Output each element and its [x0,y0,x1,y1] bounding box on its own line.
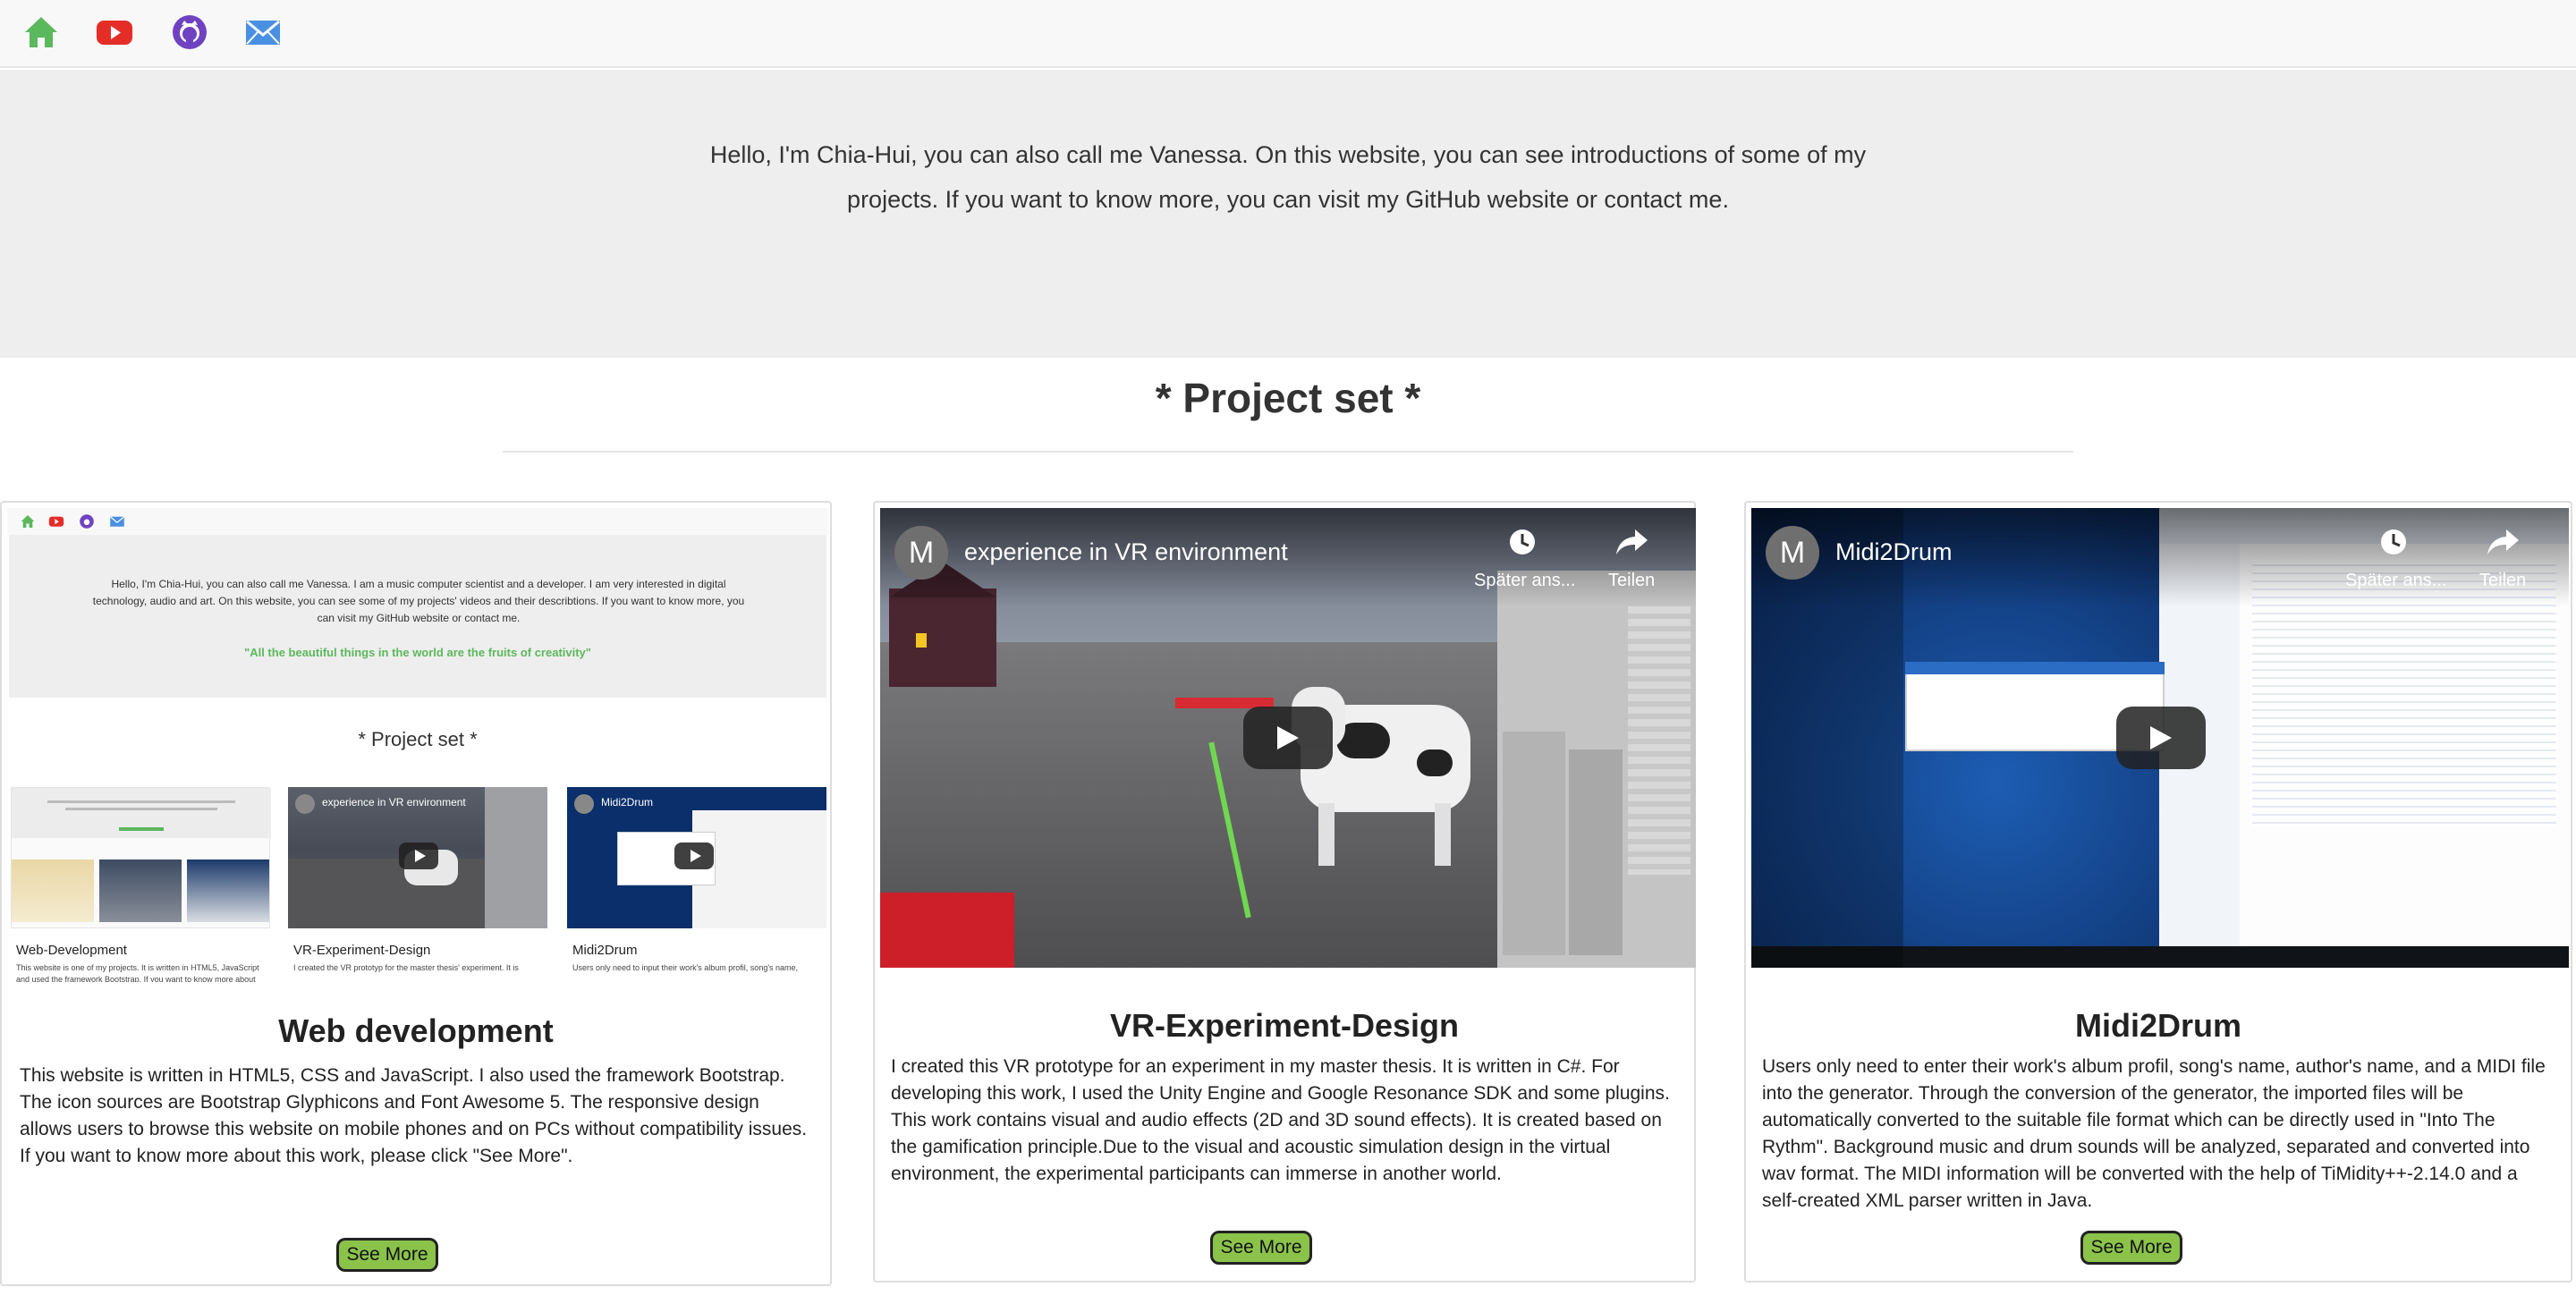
mini-video-title: Midi2Drum [601,796,654,809]
section-divider [503,451,2073,453]
mini-quote: "All the beautiful things in the world a… [244,646,591,659]
mini-card-title: Midi2Drum [572,943,638,958]
channel-avatar[interactable]: M [1766,526,1819,580]
mini-card-text: I created the VR prototyp for the master… [293,963,519,972]
channel-avatar[interactable]: M [894,526,948,580]
youtube-icon[interactable] [95,13,134,52]
play-button[interactable] [1243,707,1333,769]
watch-later-label: Später ans... [2345,571,2447,590]
watch-later-label: Später ans... [1474,571,1576,590]
card-description: Users only need to enter their work's al… [1762,1056,2546,1211]
mini-navbar [7,508,828,535]
mini-card-image [11,787,271,928]
share-label: Teilen [1608,571,1656,590]
mail-icon[interactable] [243,13,283,52]
see-more-button[interactable]: See More [336,1238,438,1272]
video-title[interactable]: experience in VR environment [964,538,1288,566]
project-card-web-development: Hello, I'm Chia-Hui, you can also call m… [0,501,832,1286]
mini-page: Hello, I'm Chia-Hui, you can also call m… [7,508,828,982]
project-card-midi2drum: M Midi2Drum Später ans... Teilen Midi2Dr… [1744,501,2572,1283]
mini-card-title: VR-Experiment-Design [293,943,431,958]
play-button[interactable] [2116,707,2206,769]
mini-video-title: experience in VR environment [322,796,466,809]
share-icon[interactable] [2485,526,2521,558]
mini-projects-heading: * Project set * [358,728,478,750]
see-more-button[interactable]: See More [2080,1231,2182,1265]
card-title: VR-Experiment-Design [1109,1007,1460,1044]
clock-icon[interactable] [1506,526,1538,558]
clock-icon[interactable] [2377,526,2410,558]
share-icon[interactable] [1614,526,1649,558]
card-title: Web development [278,1012,554,1049]
mini-card-text: Users only need to input their work's al… [572,963,799,972]
github-icon[interactable] [170,13,209,52]
github-icon [80,514,94,529]
video-frame: M experience in VR environment Später an… [880,508,1696,968]
intro-text: Hello, I'm Chia-Hui, you can also call m… [709,141,1867,213]
mini-video-midi2drum: Midi2Drum [567,787,826,928]
mini-card-text: This website is one of my projects. It i… [16,963,259,982]
card-description: I created this VR prototype for an exper… [891,1056,1670,1184]
mini-video-vr: experience in VR environment [288,787,547,928]
video-player-vr[interactable]: M experience in VR environment Später an… [880,508,1696,968]
web-development-screenshot[interactable]: Hello, I'm Chia-Hui, you can also call m… [7,508,828,982]
video-frame: M Midi2Drum Später ans... Teilen [1751,508,2569,968]
mini-card-title: Web-Development [16,943,127,958]
youtube-icon [48,516,64,527]
video-player-midi2drum[interactable]: M Midi2Drum Später ans... Teilen [1751,508,2569,968]
card-title: Midi2Drum [2074,1007,2241,1044]
home-icon[interactable] [21,13,61,52]
video-title[interactable]: Midi2Drum [1835,538,1953,566]
share-label: Teilen [2479,571,2527,590]
see-more-button[interactable]: See More [1210,1231,1312,1265]
home-icon [21,515,35,528]
project-card-vr-experiment: M experience in VR environment Später an… [873,501,1696,1283]
mini-intro-text: Hello, I'm Chia-Hui, you can also call m… [92,578,745,624]
top-navbar [0,0,2576,68]
mail-icon [110,516,124,527]
projects-heading: * Project set * [1155,375,1421,421]
card-description: This website is written in HTML5, CSS an… [20,1065,808,1166]
